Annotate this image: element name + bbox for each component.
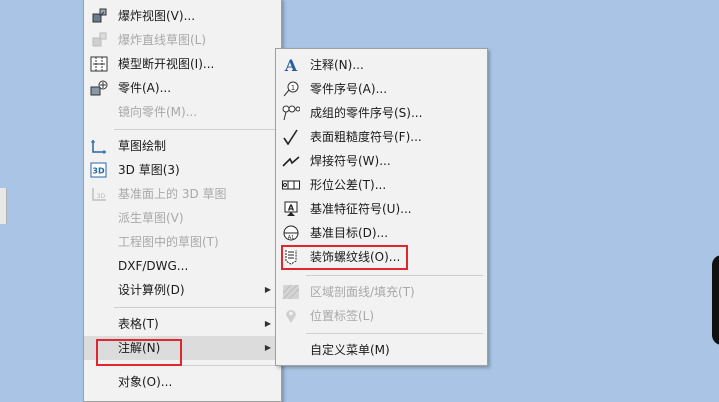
window-edge-right [712, 255, 719, 345]
svg-text:3D: 3D [97, 193, 106, 200]
menu-item-label: 基准特征符号(U)... [310, 202, 412, 216]
menu-item-label: 形位公差(T)... [310, 178, 387, 192]
menu-item-3d-sketch[interactable]: 3D 3D 草图(3) [84, 158, 281, 182]
menu-item-dxf-dwg[interactable]: DXF/DWG... [84, 254, 281, 278]
annotations-submenu: A 注释(N)... 1 零件序号(A)... 成组的零件序号(S)... 表面… [275, 48, 488, 366]
svg-text:A: A [288, 204, 295, 213]
menu-item-label: 爆炸视图(V)... [118, 9, 196, 23]
3d-sketch-on-plane-icon: 3D [90, 186, 108, 202]
menu-item-sketch[interactable]: 草图绘制 [84, 134, 281, 158]
menu-item-mirror-part[interactable]: 镜向零件(M)... [84, 100, 281, 124]
hatch-icon [282, 284, 300, 300]
window-edge [0, 188, 7, 224]
menu-item-label: 零件序号(A)... [310, 82, 388, 96]
menu-item-label: 草图绘制 [118, 139, 167, 153]
annotation-highlight-box [281, 245, 408, 270]
svg-text:1: 1 [291, 84, 295, 92]
menu-item-area-hatch[interactable]: 区域剖面线/填充(T) [276, 280, 487, 304]
menu-item-label: 镜向零件(M)... [118, 105, 198, 119]
menu-item-label: 模型断开视图(I)... [118, 57, 215, 71]
menu-item-3d-sketch-on-plane[interactable]: 3D 基准面上的 3D 草图 [84, 182, 281, 206]
menu-item-label: 成组的零件序号(S)... [310, 106, 423, 120]
annotation-highlight-box [96, 339, 182, 366]
svg-text:A1: A1 [288, 235, 295, 241]
menu-item-label: 工程图中的草图(T) [118, 235, 219, 249]
menu-item-label: 表面粗糙度符号(F)... [310, 130, 422, 144]
note-icon: A [282, 57, 300, 73]
explode-line-sketch-icon [90, 32, 108, 48]
balloon-icon: 1 [282, 81, 300, 97]
menu-item-customize-menu[interactable]: 自定义菜单(M) [276, 338, 487, 362]
datum-feature-icon: A [282, 201, 300, 217]
menu-separator [306, 275, 483, 276]
menu-separator [114, 129, 277, 130]
menu-item-weld-symbol[interactable]: 焊接符号(W)... [276, 149, 487, 173]
menu-item-broken-view[interactable]: 模型断开视图(I)... [84, 52, 281, 76]
menu-item-derived-sketch[interactable]: 派生草图(V) [84, 206, 281, 230]
menu-item-label: 位置标签(L) [310, 309, 375, 323]
menu-item-datum-feature[interactable]: A 基准特征符号(U)... [276, 197, 487, 221]
menu-item-label: 基准目标(D)... [310, 226, 389, 240]
menu-item-label: 注释(N)... [310, 58, 364, 72]
submenu-arrow-icon: ▶ [264, 343, 271, 352]
menu-item-stacked-balloon[interactable]: 成组的零件序号(S)... [276, 101, 487, 125]
menu-item-label: 对象(O)... [118, 375, 173, 389]
menu-item-label: 表格(T) [118, 317, 159, 331]
menu-item-label: 派生草图(V) [118, 211, 184, 225]
menu-item-label: 设计算例(D) [118, 283, 185, 297]
menu-item-location-label[interactable]: 位置标签(L) [276, 304, 487, 328]
menu-item-datum-target[interactable]: A1 基准目标(D)... [276, 221, 487, 245]
menu-item-label: DXF/DWG... [118, 259, 189, 273]
menu-item-label: 区域剖面线/填充(T) [310, 285, 415, 299]
menu-item-design-study[interactable]: 设计算例(D) ▶ [84, 278, 281, 302]
surface-finish-icon [282, 129, 300, 145]
submenu-arrow-icon: ▶ [264, 319, 271, 328]
weld-symbol-icon [282, 153, 300, 169]
broken-view-icon [90, 56, 108, 72]
menu-item-label: 基准面上的 3D 草图 [118, 187, 227, 201]
location-label-icon [282, 308, 300, 324]
svg-text:3D: 3D [92, 167, 105, 176]
menu-item-label: 自定义菜单(M) [310, 343, 390, 357]
3d-sketch-icon: 3D [90, 162, 108, 178]
menu-separator [306, 333, 483, 334]
stacked-balloon-icon [282, 105, 300, 121]
geometric-tolerance-icon [282, 177, 300, 193]
svg-text:A: A [284, 57, 298, 73]
menu-item-label: 焊接符号(W)... [310, 154, 391, 168]
menu-separator [114, 307, 277, 308]
menu-item-label: 爆炸直线草图(L) [118, 33, 207, 47]
menu-item-note[interactable]: A 注释(N)... [276, 53, 487, 77]
menu-item-balloon[interactable]: 1 零件序号(A)... [276, 77, 487, 101]
menu-item-geometric-tolerance[interactable]: 形位公差(T)... [276, 173, 487, 197]
menu-item-object[interactable]: 对象(O)... [84, 370, 281, 394]
part-icon [90, 80, 108, 96]
menu-item-part[interactable]: 零件(A)... [84, 76, 281, 100]
menu-item-table[interactable]: 表格(T) ▶ [84, 312, 281, 336]
datum-target-icon: A1 [282, 225, 300, 241]
sketch-icon [90, 138, 108, 154]
menu-item-label: 3D 草图(3) [118, 163, 180, 177]
menu-item-surface-finish[interactable]: 表面粗糙度符号(F)... [276, 125, 487, 149]
exploded-view-icon [90, 8, 108, 24]
insert-menu: 爆炸视图(V)... 爆炸直线草图(L) 模型断开视图(I)... 零件(A).… [83, 0, 282, 402]
menu-item-sketch-in-drawing[interactable]: 工程图中的草图(T) [84, 230, 281, 254]
menu-item-label: 零件(A)... [118, 81, 172, 95]
menu-item-explode-line-sketch[interactable]: 爆炸直线草图(L) [84, 28, 281, 52]
submenu-arrow-icon: ▶ [264, 285, 271, 294]
menu-item-exploded-view[interactable]: 爆炸视图(V)... [84, 4, 281, 28]
